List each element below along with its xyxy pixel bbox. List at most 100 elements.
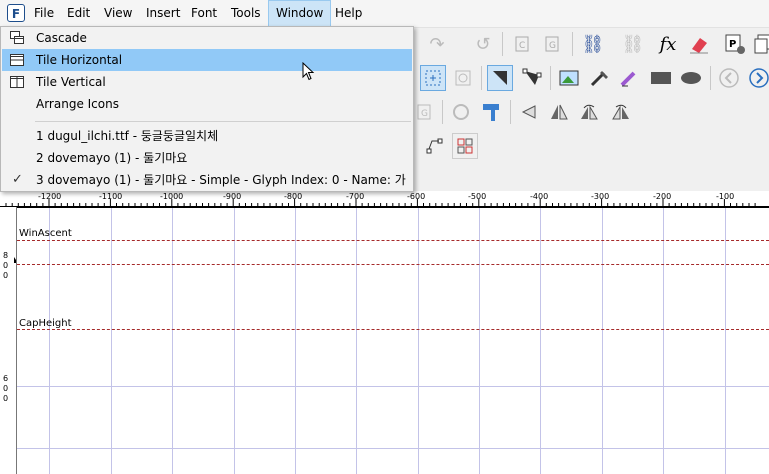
ruler-label: -800 [284, 192, 303, 201]
font-properties-icon[interactable]: P [722, 31, 748, 57]
menu-item-label: Arrange Icons [36, 97, 119, 111]
image-icon[interactable] [556, 65, 582, 91]
svg-text:C: C [519, 41, 525, 51]
menu-item-label: Tile Vertical [36, 75, 106, 89]
menu-item-window-3[interactable]: ✓ 3 dovemayo (1) - 둘기마요 - Simple - Glyph… [2, 169, 412, 191]
fx-icon[interactable]: fx [655, 31, 681, 57]
grid-line [295, 208, 296, 474]
ruler-label: -900 [223, 192, 242, 201]
menu-item-label: Tile Horizontal [36, 53, 123, 67]
eraser-icon[interactable] [686, 31, 712, 57]
fit-view-icon[interactable] [420, 65, 446, 91]
menu-separator [35, 121, 411, 122]
app-logo-icon[interactable]: F [7, 4, 25, 22]
menu-file[interactable]: File [27, 0, 61, 27]
grid-line [49, 208, 50, 474]
redo-icon[interactable]: ↷ [424, 31, 450, 57]
ruler-digit: 6 [3, 374, 9, 383]
tile-vertical-icon [10, 76, 24, 88]
menu-window[interactable]: Window [268, 0, 332, 27]
horizontal-ruler: -1200 -1100 -1000 -900 -800 -700 -600 -5… [0, 191, 769, 208]
menu-view[interactable]: View [97, 0, 139, 27]
forward-icon[interactable] [746, 65, 769, 91]
ruler-digit: 8 [3, 251, 9, 260]
menu-item-window-2[interactable]: 2 dovemayo (1) - 둘기마요 [2, 147, 412, 169]
grid-line [725, 208, 726, 474]
grid-line [418, 208, 419, 474]
flip-horizontal-icon[interactable] [546, 99, 572, 125]
cursor-point-icon[interactable] [478, 99, 504, 125]
menu-item-arrange-icons[interactable]: Arrange Icons [2, 93, 412, 115]
triangle-left-icon[interactable] [516, 99, 542, 125]
copy-glyph-icon[interactable]: G [540, 31, 566, 57]
rotate-right-icon[interactable] [608, 99, 634, 125]
menu-item-label: Cascade [36, 31, 87, 45]
grid-line [540, 208, 541, 474]
grid-line [663, 208, 664, 474]
node-tool-icon[interactable] [519, 65, 545, 91]
pen-tool-icon[interactable] [586, 65, 612, 91]
mouse-cursor-icon [302, 62, 315, 81]
checkmark-icon: ✓ [12, 172, 23, 187]
grid-line [17, 448, 769, 449]
cap-height-line[interactable] [17, 329, 769, 330]
menu-tools[interactable]: Tools [224, 0, 268, 27]
tile-horizontal-icon [10, 54, 24, 66]
ruler-digit: 0 [3, 271, 9, 280]
ruler-label: -1200 [38, 192, 62, 201]
ellipse-tool-icon[interactable] [678, 65, 704, 91]
zoom-icon[interactable] [450, 65, 476, 91]
rotate-disabled-icon[interactable] [448, 99, 474, 125]
menu-insert[interactable]: Insert [139, 0, 187, 27]
glyph-canvas[interactable] [0, 191, 769, 474]
ruler-digit: 0 [3, 261, 9, 270]
grid-line [172, 208, 173, 474]
menu-item-tile-vertical[interactable]: Tile Vertical [2, 71, 412, 93]
ruler-digit: 0 [3, 394, 9, 403]
ruler-digit: 0 [3, 384, 9, 393]
grid-line [111, 208, 112, 474]
link-icon[interactable]: ⛓ [580, 31, 606, 57]
window-menu: Cascade Tile Horizontal Tile Vertical Ar… [0, 26, 414, 192]
menu-item-label: 2 dovemayo (1) - 둘기마요 [36, 151, 188, 165]
menu-item-label: 3 dovemayo (1) - 둘기마요 - Simple - Glyph I… [36, 173, 406, 187]
ruler-label: -600 [407, 192, 426, 201]
grid-line [17, 386, 769, 387]
menu-font[interactable]: Font [184, 0, 224, 27]
vertical-ruler [0, 207, 17, 474]
win-ascent-label: WinAscent [19, 228, 72, 239]
ruler-label: -1100 [99, 192, 123, 201]
menu-item-label: 1 dugul_ilchi.ttf - 둥글둥글일치체 [36, 129, 219, 143]
copy-icon[interactable] [750, 31, 769, 57]
grid-line [356, 208, 357, 474]
svg-text:G: G [549, 41, 556, 51]
menu-edit[interactable]: Edit [60, 0, 97, 27]
rotate-left-icon[interactable] [576, 99, 602, 125]
grid-tool-icon[interactable] [452, 133, 478, 159]
rectangle-tool-icon[interactable] [648, 65, 674, 91]
win-ascent-line[interactable] [17, 240, 769, 241]
back-icon[interactable] [716, 65, 742, 91]
ascender-line[interactable] [17, 264, 769, 265]
glyph-disabled-icon[interactable]: G [412, 99, 438, 125]
ruler-label: -100 [716, 192, 735, 201]
copy-contour-icon[interactable]: C [510, 31, 536, 57]
grid-line [602, 208, 603, 474]
unlink-icon[interactable]: ⛓ [620, 31, 646, 57]
cascade-icon [10, 31, 24, 44]
brush-tool-icon[interactable] [616, 65, 642, 91]
ruler-label: -1000 [160, 192, 184, 201]
path-tool-icon[interactable] [422, 133, 448, 159]
menu-item-tile-horizontal[interactable]: Tile Horizontal [2, 49, 412, 71]
pointer-tool-icon[interactable] [487, 65, 513, 91]
refresh-icon[interactable]: ↺ [470, 31, 496, 57]
svg-text:P: P [729, 39, 736, 50]
cap-height-label: CapHeight [19, 318, 72, 329]
ruler-label: -300 [591, 192, 610, 201]
ruler-label: -400 [530, 192, 549, 201]
menu-item-cascade[interactable]: Cascade [2, 27, 412, 49]
ruler-label: -500 [468, 192, 487, 201]
menu-help[interactable]: Help [328, 0, 369, 27]
menu-item-window-1[interactable]: 1 dugul_ilchi.ttf - 둥글둥글일치체 [2, 125, 412, 147]
menubar: F File Edit View Insert Font Tools Windo… [0, 0, 769, 28]
